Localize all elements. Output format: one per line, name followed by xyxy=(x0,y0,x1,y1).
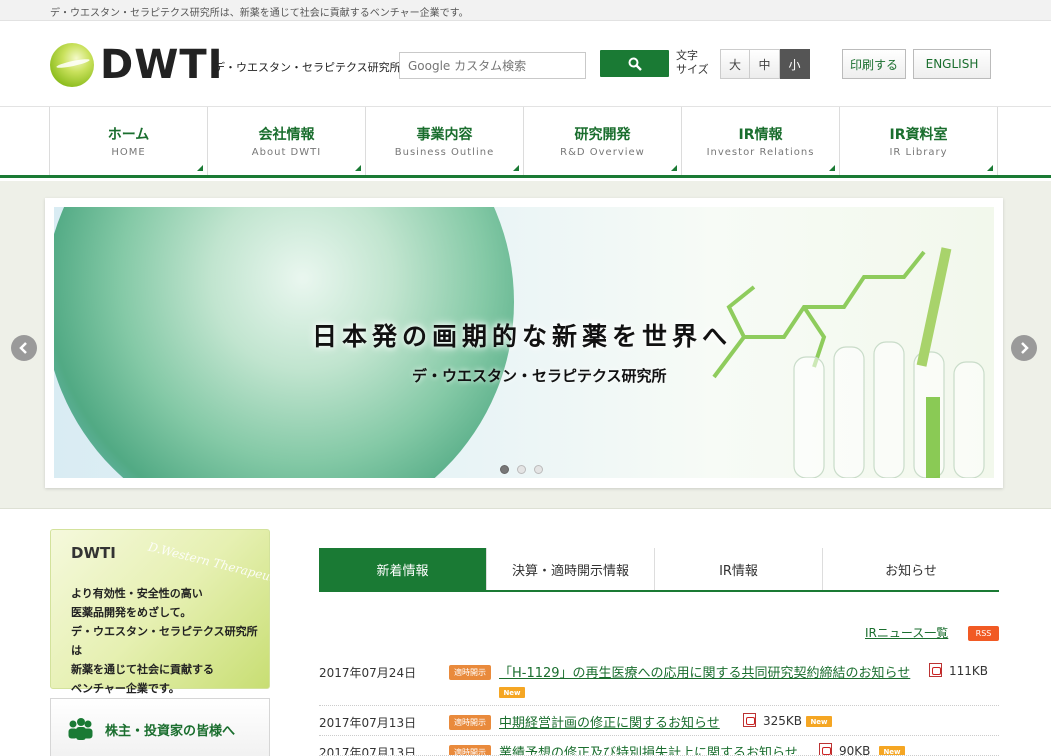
hero-title: 日本発の画期的な新薬を世界へ xyxy=(312,322,733,351)
english-button[interactable]: ENGLISH xyxy=(913,49,991,79)
company-intro-box[interactable]: DWTI D.Western Therapeutics Inc より有効性・安全… xyxy=(50,529,315,695)
slider-prev-button[interactable] xyxy=(11,335,37,361)
pdf-icon[interactable] xyxy=(929,663,942,677)
nav-label-ja: IR情報 xyxy=(738,127,783,143)
corner-arrow-icon xyxy=(355,165,361,171)
tab-disclosure[interactable]: 決算・適時開示情報 xyxy=(487,548,655,590)
nav-item-business[interactable]: 事業内容 Business Outline xyxy=(366,107,524,175)
intro-title: DWTI xyxy=(71,544,116,562)
logo-orb-icon[interactable] xyxy=(50,43,94,87)
investors-banner[interactable]: 株主・投資家の皆様へ xyxy=(50,698,270,756)
investors-label: 株主・投資家の皆様へ xyxy=(105,723,236,739)
news-title-link[interactable]: 「H-1129」の再生医療への応用に関する共同研究契約締結のお知らせ xyxy=(499,662,910,681)
nav-label-en: IR Library xyxy=(889,147,948,158)
list-item: 2017年07月24日 適時開示 「H-1129」の再生医療への応用に関する共同… xyxy=(319,656,999,706)
nav-label-ja: ホーム xyxy=(107,127,150,143)
ir-news-list-link[interactable]: IRニュース一覧 xyxy=(865,624,948,641)
hero-card: 日本発の画期的な新薬を世界へ デ・ウエスタン・セラピテクス研究所 xyxy=(45,198,1003,488)
nav-label-ja: 事業内容 xyxy=(416,127,473,143)
news-date: 2017年07月13日 xyxy=(319,746,417,756)
nav-label-en: R&D Overview xyxy=(560,147,645,158)
file-size: 90KB xyxy=(839,744,871,756)
nav-item-ir[interactable]: IR情報 Investor Relations xyxy=(682,107,840,175)
file-size: 111KB xyxy=(949,664,989,678)
news-title-link[interactable]: 中期経営計画の修正に関するお知らせ xyxy=(499,712,720,731)
site-header: DWTI デ・ウエスタン・セラピテクス研究所 文字 サイズ 大 中 小 印刷する… xyxy=(0,22,1051,106)
font-size-switcher: 大 中 小 xyxy=(720,49,810,79)
nav-label-en: About DWTI xyxy=(251,147,322,158)
font-size-label: 文字 サイズ xyxy=(676,49,709,76)
slider-dot[interactable] xyxy=(500,465,509,474)
chevron-left-icon xyxy=(19,342,27,354)
hero-subtitle: デ・ウエスタン・セラピテクス研究所 xyxy=(412,367,667,385)
category-badge: 適時開示 xyxy=(449,745,491,755)
pdf-icon[interactable] xyxy=(819,743,832,755)
slider-dot[interactable] xyxy=(517,465,526,474)
tab-latest[interactable]: 新着情報 xyxy=(319,548,487,590)
search-icon xyxy=(628,57,642,71)
logo-company-name: デ・ウエスタン・セラピテクス研究所 xyxy=(214,61,401,74)
search-button[interactable] xyxy=(600,50,669,77)
list-item: 2017年07月13日 適時開示 業績予想の修正及び特別損失計上に関するお知らせ… xyxy=(319,736,999,756)
corner-arrow-icon xyxy=(987,165,993,171)
rss-badge[interactable]: RSS xyxy=(968,626,999,641)
nav-label-en: Investor Relations xyxy=(706,147,815,158)
nav-label-ja: IR資料室 xyxy=(889,127,948,143)
news-date: 2017年07月13日 xyxy=(319,716,417,730)
news-date: 2017年07月24日 xyxy=(319,666,417,680)
corner-arrow-icon xyxy=(513,165,519,171)
font-size-large-button[interactable]: 大 xyxy=(720,49,750,79)
nav-label-en: HOME xyxy=(111,147,146,158)
font-size-small-button[interactable]: 小 xyxy=(780,49,810,79)
font-size-medium-button[interactable]: 中 xyxy=(750,49,780,79)
nav-label-ja: 研究開発 xyxy=(574,127,631,143)
category-badge: 適時開示 xyxy=(449,715,491,730)
global-nav: ホーム HOME 会社情報 About DWTI 事業内容 Business Outl… xyxy=(0,106,1051,178)
nav-item-home[interactable]: ホーム HOME xyxy=(50,107,208,175)
top-tagline: デ・ウエスタン・セラピテクス研究所は、新薬を通じて社会に貢献するベンチャー企業で… xyxy=(0,0,1051,21)
list-item: 2017年07月13日 適時開示 中期経営計画の修正に関するお知らせ 325KB… xyxy=(319,706,999,736)
news-title-link[interactable]: 業績予想の修正及び特別損失計上に関するお知らせ xyxy=(499,742,798,755)
print-button[interactable]: 印刷する xyxy=(842,49,906,79)
nav-item-about[interactable]: 会社情報 About DWTI xyxy=(208,107,366,175)
hero-image[interactable]: 日本発の画期的な新薬を世界へ デ・ウエスタン・セラピテクス研究所 xyxy=(54,207,994,478)
tab-notice[interactable]: お知らせ xyxy=(823,548,999,590)
tab-ir[interactable]: IR情報 xyxy=(655,548,823,590)
nav-item-ir-library[interactable]: IR資料室 IR Library xyxy=(840,107,998,175)
pdf-icon[interactable] xyxy=(743,713,756,727)
new-badge: New xyxy=(806,716,832,727)
news-list: 2017年07月24日 適時開示 「H-1129」の再生医療への応用に関する共同… xyxy=(319,656,999,756)
search-input[interactable] xyxy=(399,52,586,79)
new-badge: New xyxy=(499,687,525,698)
nav-label-en: Business Outline xyxy=(394,147,495,158)
slider-next-button[interactable] xyxy=(1011,335,1037,361)
slider-dot[interactable] xyxy=(534,465,543,474)
nav-item-rd[interactable]: 研究開発 R&D Overview xyxy=(524,107,682,175)
test-tubes-illustration xyxy=(712,247,985,478)
hero-slider: 日本発の画期的な新薬を世界へ デ・ウエスタン・セラピテクス研究所 xyxy=(0,181,1051,509)
logo-text[interactable]: DWTI xyxy=(100,42,224,88)
intro-description: より有効性・安全性の高い 医薬品開発をめざして。 デ・ウエスタン・セラピテクス研… xyxy=(71,587,258,695)
slider-dots xyxy=(500,465,543,474)
nav-label-ja: 会社情報 xyxy=(258,127,315,143)
corner-arrow-icon xyxy=(829,165,835,171)
news-tabs: 新着情報 決算・適時開示情報 IR情報 お知らせ xyxy=(319,548,999,592)
file-size: 325KB xyxy=(763,714,803,728)
corner-arrow-icon xyxy=(197,165,203,171)
category-badge: 適時開示 xyxy=(449,665,491,680)
new-badge: New xyxy=(879,746,905,755)
corner-arrow-icon xyxy=(671,165,677,171)
chevron-right-icon xyxy=(1021,342,1029,354)
people-icon xyxy=(68,718,93,740)
